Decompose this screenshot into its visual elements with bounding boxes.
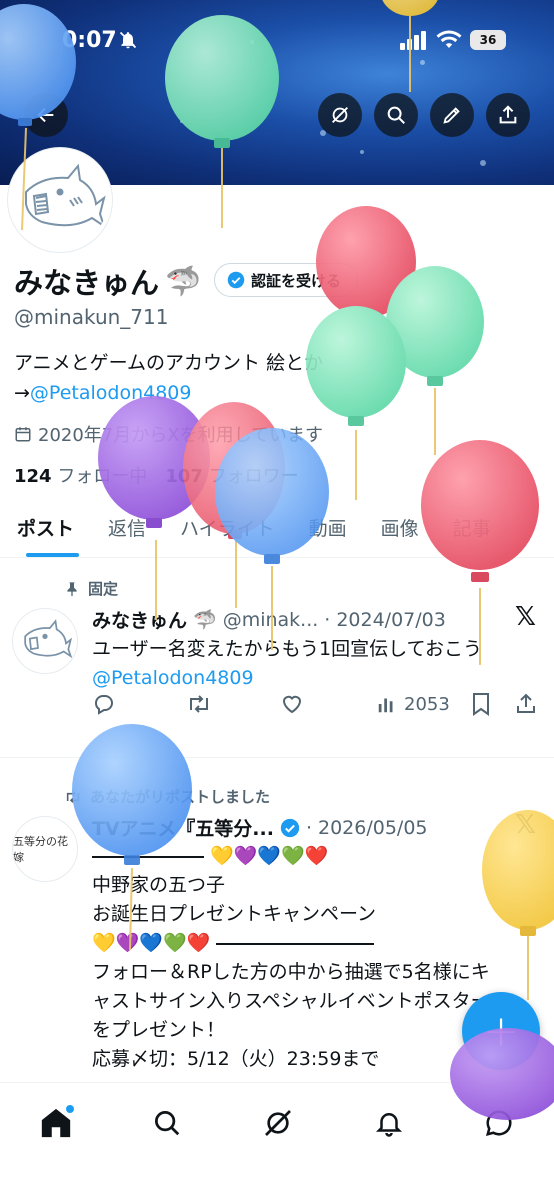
compose-post-button[interactable]: + <box>462 992 540 1070</box>
x-logo-icon: 𝕏 <box>515 602 536 632</box>
bottom-navigation <box>0 1082 554 1200</box>
verified-badge-icon <box>227 271 245 289</box>
signal-icon <box>400 31 426 50</box>
pinned-text: 固定 <box>88 580 119 598</box>
pinned-post[interactable]: 固定 みなきゅん 🦈 @minak... · 2024/07/03 𝕏 ユーザー… <box>0 560 554 756</box>
edit-icon <box>443 107 460 124</box>
edit-button[interactable] <box>430 93 474 137</box>
bio-arrow: → <box>14 382 30 404</box>
profile-handle: @minakun_711 <box>14 305 169 329</box>
profile-bio: アニメとゲームのアカウント 絵とか →@Petalodon4809 <box>14 348 534 408</box>
get-verified-label: 認証を受ける <box>251 271 342 290</box>
tab-videos[interactable]: 動画 <box>292 500 364 557</box>
post-header: みなきゅん 🦈 @minak... · 2024/07/03 <box>92 606 446 633</box>
post-date[interactable]: 2024/07/03 <box>336 609 446 631</box>
profile-avatar[interactable] <box>8 148 112 252</box>
repost-icon[interactable] <box>186 692 212 716</box>
nav-messages[interactable] <box>479 1103 519 1143</box>
grok-icon <box>265 1110 291 1136</box>
nav-search[interactable] <box>147 1103 187 1143</box>
like-icon[interactable] <box>280 692 304 716</box>
wifi-icon <box>436 30 462 48</box>
followers-count: 107 <box>165 466 203 487</box>
x-logo-icon: 𝕏 <box>515 810 536 840</box>
status-time: 0:07 <box>62 28 117 53</box>
post-header: TVアニメ『五等分... · 2026/05/05 <box>92 814 428 841</box>
views-count: 2053 <box>404 693 450 715</box>
shark-avatar-icon <box>25 163 106 229</box>
back-arrow-icon <box>37 107 54 123</box>
tab-images[interactable]: 画像 <box>364 500 436 557</box>
follow-stats: 124 フォロー中 107 フォロワー <box>14 462 299 488</box>
reply-icon[interactable] <box>92 692 116 716</box>
post-mention-link[interactable]: @Petalodon4809 <box>92 664 542 693</box>
get-verified-button[interactable]: 認証を受ける <box>214 263 359 297</box>
post-author-handle[interactable]: @minak... <box>223 609 319 631</box>
battery-indicator: 36 <box>470 30 506 50</box>
share-button[interactable] <box>486 93 530 137</box>
search-icon <box>387 106 405 124</box>
post-author-name[interactable]: TVアニメ『五等分... <box>92 814 274 841</box>
calendar-icon <box>15 427 31 442</box>
profile-tabs: ポスト 返信 ハイライト 動画 画像 記事 <box>0 500 554 558</box>
grok-icon <box>332 107 348 123</box>
bell-slash-icon <box>119 31 137 49</box>
shark-avatar-icon <box>24 619 73 659</box>
followers-label: フォロワー <box>208 466 299 487</box>
post-author-name[interactable]: みなきゅん <box>92 606 187 633</box>
post-text-line: 中野家の五つ子 <box>92 874 226 896</box>
views-stat[interactable]: 2053 <box>376 693 450 715</box>
profile-name-text: みなきゅん <box>14 266 160 300</box>
post-text-line: 💛💜💙💚❤️ <box>92 842 542 871</box>
tab-replies[interactable]: 返信 <box>91 500 163 557</box>
share-icon[interactable] <box>514 692 538 716</box>
bookmark-icon[interactable] <box>470 692 492 716</box>
nav-notifications[interactable] <box>369 1103 409 1143</box>
joined-date: 2020年7月からXを利用しています <box>14 421 323 447</box>
post-text-line: フォロー＆RPした方の中から抽選で5名様にキ <box>92 961 490 983</box>
joined-text: 2020年7月からXを利用しています <box>38 425 324 446</box>
repost-context-text: あなたがリポストしました <box>90 788 271 806</box>
back-button[interactable] <box>24 93 68 137</box>
tab-posts[interactable]: ポスト <box>0 500 91 557</box>
post-author-avatar[interactable]: 五等分の花嫁 <box>12 816 78 882</box>
repost-context: あなたがリポストしました <box>64 786 270 807</box>
views-icon <box>378 698 393 713</box>
messages-icon <box>485 1110 512 1137</box>
followers-link[interactable]: 107 フォロワー <box>165 462 298 488</box>
shark-emoji: 🦈 <box>193 609 217 631</box>
verified-badge-icon <box>280 818 300 837</box>
notification-dot <box>66 1105 74 1113</box>
following-count: 124 <box>14 466 52 487</box>
notifications-icon <box>375 1113 403 1137</box>
bio-link[interactable]: @Petalodon4809 <box>30 382 192 404</box>
pinned-label: 固定 <box>64 578 118 599</box>
tab-highlights[interactable]: ハイライト <box>163 500 292 557</box>
post-text-line: 💛💜💙💚❤️ <box>92 929 542 958</box>
post-author-avatar[interactable] <box>12 608 78 674</box>
post-text: ユーザー名変えたからもう1回宣伝しておこう @Petalodon4809 <box>92 635 542 693</box>
post-text-line: お誕生日プレゼントキャンペーン <box>92 903 377 925</box>
grok-button[interactable] <box>318 93 362 137</box>
status-bar: 0:07 36 <box>0 0 554 80</box>
nav-home[interactable] <box>36 1103 76 1143</box>
anime-logo-text: 五等分の花嫁 <box>13 835 68 864</box>
pin-icon <box>67 581 77 596</box>
post-date[interactable]: 2026/05/05 <box>318 817 428 839</box>
hearts-emoji: 💛💜💙💚❤️ <box>210 845 329 867</box>
share-icon <box>499 105 517 124</box>
profile-name: みなきゅん 🦈 <box>14 260 201 302</box>
following-link[interactable]: 124 フォロー中 <box>14 462 147 488</box>
bio-line: アニメとゲームのアカウント 絵とか <box>14 352 324 374</box>
tab-articles[interactable]: 記事 <box>436 500 508 557</box>
search-button[interactable] <box>374 93 418 137</box>
repost-icon <box>66 790 80 803</box>
search-icon <box>155 1111 180 1136</box>
nav-grok[interactable] <box>258 1103 298 1143</box>
shark-emoji: 🦈 <box>165 263 202 298</box>
following-label: フォロー中 <box>57 466 148 487</box>
post-text-line: ユーザー名変えたからもう1回宣伝しておこう <box>92 638 482 660</box>
hearts-emoji: 💛💜💙💚❤️ <box>92 932 211 954</box>
status-indicators: 36 <box>400 30 506 50</box>
